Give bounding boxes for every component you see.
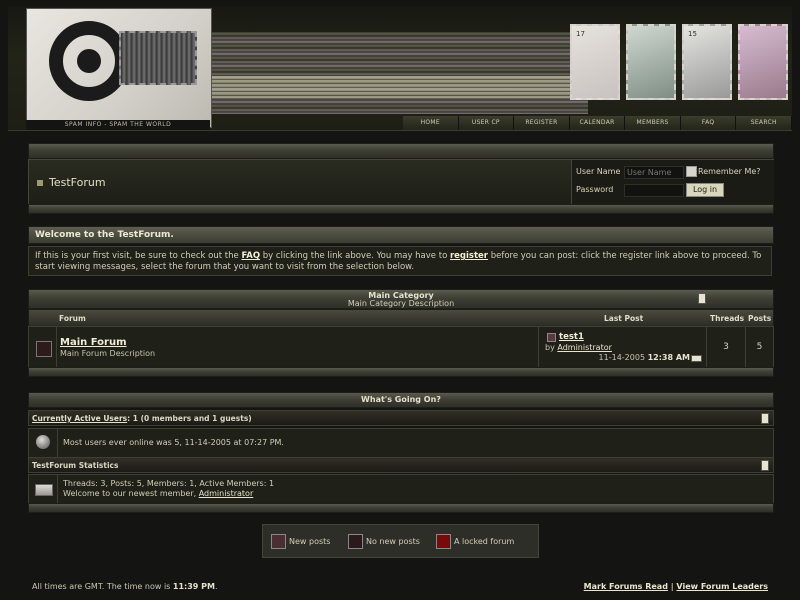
go-to-last-post-icon[interactable] xyxy=(691,355,702,362)
newest-member-prefix: Welcome to our newest member, xyxy=(63,489,199,498)
active-users-link[interactable]: Currently Active Users xyxy=(32,414,127,423)
welcome-text: by clicking the link above. You may have… xyxy=(260,251,450,261)
stats-title: TestForum Statistics xyxy=(32,461,119,470)
forum-info-cell: Main Forum Main Forum Description xyxy=(56,327,539,368)
current-time: 11:39 PM xyxy=(172,582,215,591)
last-post-author: by Administrator xyxy=(545,343,612,352)
max-online-text: Most users ever online was 5, 11-14-2005… xyxy=(63,438,284,447)
column-posts: Posts xyxy=(748,314,772,323)
username-label: User Name xyxy=(576,167,621,176)
forum-status-icon xyxy=(36,341,52,357)
stamp-image xyxy=(626,24,676,100)
post-icon xyxy=(547,333,556,342)
collapse-category-icon[interactable] xyxy=(698,293,706,304)
column-last-post: Last Post xyxy=(604,314,644,323)
password-input[interactable] xyxy=(624,184,684,197)
forum-title: TestForum xyxy=(37,176,106,189)
collapse-active-users-icon[interactable] xyxy=(761,413,769,424)
nav-home[interactable]: HOME xyxy=(403,116,459,130)
logo-caption: SPAM INFO - SPAM THE WORLD xyxy=(26,120,210,130)
nav-user-cp[interactable]: USER CP xyxy=(459,116,515,130)
logo-stamp-image xyxy=(119,31,197,85)
login-button[interactable]: Log in xyxy=(686,183,724,197)
stats-row: Threads: 3, Posts: 5, Members: 1, Active… xyxy=(28,474,774,505)
no-new-posts-label: No new posts xyxy=(366,537,420,546)
icon-legend: New posts No new posts A locked forum xyxy=(262,524,539,558)
statistics-icon xyxy=(35,484,53,496)
main-nav: HOME USER CP REGISTER CALENDAR MEMBERS F… xyxy=(403,116,792,130)
nav-register[interactable]: REGISTER xyxy=(514,116,570,130)
last-post-author-link[interactable]: Administrator xyxy=(557,343,612,352)
remember-me-checkbox[interactable] xyxy=(686,166,697,177)
collapse-stats-icon[interactable] xyxy=(761,460,769,471)
column-threads: Threads xyxy=(710,314,745,323)
forum-title-box: TestForum User Name Remember Me? Passwor… xyxy=(28,159,774,206)
stamp-number: 17 xyxy=(576,30,585,38)
view-forum-leaders-link[interactable]: View Forum Leaders xyxy=(676,582,768,591)
divider-bar xyxy=(28,367,774,377)
nav-search[interactable]: SEARCH xyxy=(736,116,792,130)
divider-bar xyxy=(28,503,774,513)
new-posts-icon xyxy=(271,534,286,549)
forum-status-cell xyxy=(29,327,57,368)
forum-name-link[interactable]: Main Forum xyxy=(60,337,127,348)
active-users-count: : 1 (0 members and 1 guests) xyxy=(127,414,252,423)
no-new-posts-icon xyxy=(348,534,363,549)
last-post-title-link[interactable]: test1 xyxy=(559,332,584,342)
site-logo[interactable] xyxy=(26,8,212,128)
stats-line: Threads: 3, Posts: 5, Members: 1, Active… xyxy=(63,479,275,488)
header-banner-highlight xyxy=(208,76,588,98)
category-description: Main Category Description xyxy=(347,299,455,308)
posts-count: 5 xyxy=(756,342,763,352)
forum-title-text: TestForum xyxy=(49,176,106,189)
column-forum: Forum xyxy=(59,314,86,323)
top-divider-bar xyxy=(28,143,774,159)
mark-forums-read-link[interactable]: Mark Forums Read xyxy=(584,582,668,591)
welcome-header: Welcome to the TestForum. xyxy=(28,226,774,244)
icon-cell xyxy=(29,475,58,504)
welcome-text: If this is your first visit, be sure to … xyxy=(35,251,242,261)
site-header: SPAM INFO - SPAM THE WORLD 17 15 HOME US… xyxy=(8,6,792,131)
stamp-image: 15 xyxy=(682,24,732,100)
bullet-icon xyxy=(37,180,43,186)
forum-table-header: Forum Last Post Threads Posts xyxy=(28,309,774,327)
category-header: Main Category Main Category Description xyxy=(28,289,774,309)
nav-calendar[interactable]: CALENDAR xyxy=(570,116,626,130)
nav-faq[interactable]: FAQ xyxy=(681,116,737,130)
newest-member-link[interactable]: Administrator xyxy=(199,489,254,498)
locked-forum-icon xyxy=(436,534,451,549)
whats-going-on-header: What's Going On? xyxy=(28,392,774,408)
locked-forum-label: A locked forum xyxy=(454,537,515,546)
nav-members[interactable]: MEMBERS xyxy=(625,116,681,130)
forum-description: Main Forum Description xyxy=(60,349,156,358)
active-users-header: Currently Active Users: 1 (0 members and… xyxy=(28,410,774,426)
users-icon xyxy=(36,435,50,449)
header-banner-stripes xyxy=(208,32,588,114)
remember-me-label: Remember Me? xyxy=(698,167,761,176)
stamp-image: 17 xyxy=(570,24,620,100)
faq-link[interactable]: FAQ xyxy=(241,251,260,261)
username-input[interactable] xyxy=(624,166,684,179)
at-sign-logo-icon xyxy=(49,21,129,101)
login-form: User Name Remember Me? Password Log in xyxy=(571,160,774,205)
divider-bar xyxy=(28,204,774,214)
icon-cell xyxy=(29,429,58,457)
last-post-date: 11-14-2005 12:38 AM xyxy=(598,353,690,362)
footer-links: Mark Forums Read | View Forum Leaders xyxy=(583,582,768,591)
new-posts-label: New posts xyxy=(289,537,331,546)
timezone-notice: All times are GMT. The time now is 11:39… xyxy=(32,582,218,591)
stamp-image xyxy=(738,24,788,100)
welcome-title: Welcome to the TestForum. xyxy=(35,230,174,240)
register-link[interactable]: register xyxy=(450,251,488,261)
last-post-cell: test1 by Administrator 11-14-2005 12:38 … xyxy=(539,327,707,368)
password-label: Password xyxy=(576,185,614,194)
table-row: Main Forum Main Forum Description test1 … xyxy=(28,326,774,369)
active-users-row: Most users ever online was 5, 11-14-2005… xyxy=(28,428,774,458)
welcome-message: If this is your first visit, be sure to … xyxy=(28,246,772,276)
threads-count: 3 xyxy=(707,327,746,368)
header-stamps: 17 15 xyxy=(570,24,792,108)
stats-header: TestForum Statistics xyxy=(28,457,774,473)
stamp-number: 15 xyxy=(688,30,697,38)
